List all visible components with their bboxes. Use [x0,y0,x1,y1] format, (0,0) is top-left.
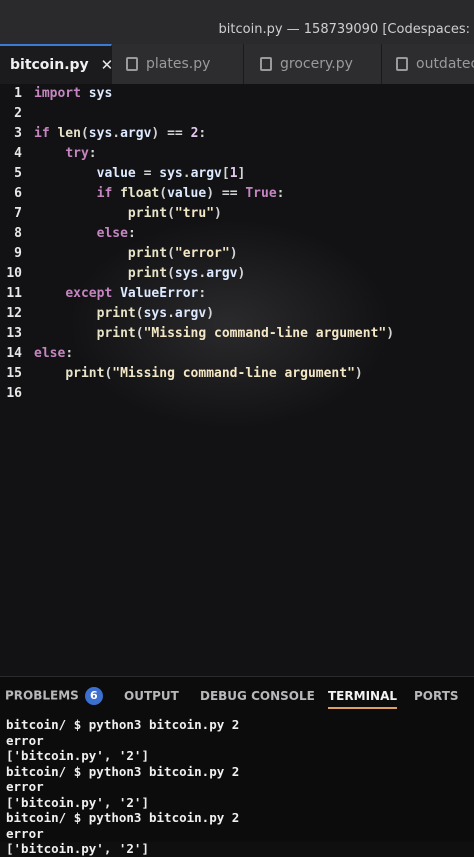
terminal-line: bitcoin/ $ python3 bitcoin.py 2 [6,717,240,732]
terminal-line: error [6,732,44,748]
file-icon [396,57,408,71]
code-line[interactable]: 15 print("Missing command-line argument"… [0,364,474,384]
tab-problems-label: PROBLEMS [5,688,79,703]
line-number: 9 [14,246,22,261]
terminal-line: error [6,825,44,841]
tab-plates-py[interactable]: plates.py [112,44,244,84]
code-text[interactable]: else: [34,224,136,244]
line-number: 8 [14,226,22,241]
terminal-line: bitcoin/ $ python3 bitcoin.py 2 [6,763,240,779]
code-line[interactable]: 3 if len(sys.argv) == 2: [0,124,474,144]
tab-bitcoin-py[interactable]: bitcoin.py ✕ [0,44,113,84]
code-line[interactable]: 16 [0,384,474,404]
line-number: 14 [6,346,22,361]
code-text[interactable]: if len(sys.argv) == 2: [34,124,206,144]
line-number: 6 [14,186,22,201]
line-number: 15 [6,366,22,381]
code-editor[interactable]: 1 import sys 2 3 if len(sys.argv) == 2: 4 try… [0,84,474,676]
tab-problems[interactable]: PROBLEMS 6 [5,687,103,705]
code-text[interactable]: import sys [34,84,112,104]
tab-label: grocery.py [280,56,353,72]
terminal-output[interactable]: bitcoin/ $ python3 bitcoin.py 2 error ['bi… [6,717,470,857]
file-icon [126,57,138,71]
line-number: 5 [14,166,22,181]
terminal-line: error [6,779,44,794]
panel-tab-bar: PROBLEMS 6 OUTPUT DEBUG CONSOLE TERMINAL … [0,677,474,713]
code-text[interactable]: except ValueError: [34,284,206,304]
line-number: 11 [6,286,22,301]
line-number: 4 [14,146,22,161]
code-text[interactable]: print(sys.argv) [34,264,245,284]
code-line[interactable]: 12 print(sys.argv) [0,304,474,324]
code-line[interactable]: 6 if float(value) == True: [0,184,474,204]
terminal-line: bitcoin/ $ python3 bitcoin.py 2 [6,810,240,825]
code-line[interactable]: 8 else: [0,224,474,244]
terminal-line: ['bitcoin.py', '2'] [6,748,149,763]
terminal-line: ['bitcoin.py', '2'] [6,794,149,810]
line-number: 10 [6,266,22,281]
tab-debug-console[interactable]: DEBUG CONSOLE [200,689,315,703]
file-icon [260,57,272,71]
problems-count-badge: 6 [84,687,103,705]
code-text[interactable]: print("tru") [34,204,222,224]
code-text[interactable]: if float(value) == True: [34,184,285,204]
editor-tab-bar: bitcoin.py ✕ plates.py grocery.py outdat… [0,44,474,84]
code-text[interactable]: print("Missing command-line argument") [34,364,362,384]
code-line[interactable]: 5 value = sys.argv[1] [0,164,474,184]
tab-label: bitcoin.py [10,57,89,73]
line-number: 12 [6,306,22,321]
line-number: 16 [6,386,22,401]
bottom-panel: PROBLEMS 6 OUTPUT DEBUG CONSOLE TERMINAL … [0,676,474,856]
code-text[interactable]: print("error") [34,244,238,264]
tab-output[interactable]: OUTPUT [124,689,179,703]
line-number: 3 [14,126,22,141]
tab-outdated-py[interactable]: outdatec [382,44,474,84]
code-line[interactable]: 7 print("tru") [0,204,474,224]
tab-label: plates.py [146,56,211,72]
code-line[interactable]: 10 print(sys.argv) [0,264,474,284]
code-text[interactable]: else: [34,344,73,364]
line-number: 7 [14,206,22,221]
code-line[interactable]: 1 import sys [0,84,474,104]
code-text[interactable]: value = sys.argv[1] [34,164,246,184]
window-title: bitcoin.py — 158739090 [Codespaces: [218,22,470,37]
line-number: 13 [6,326,22,341]
terminal-line: ['bitcoin.py', '2'] [6,841,149,856]
tab-terminal[interactable]: TERMINAL [328,689,398,709]
line-number: 1 [14,86,22,101]
tab-label: outdatec [416,56,474,72]
code-text[interactable]: print("Missing command-line argument") [34,324,394,344]
code-line[interactable]: 4 try: [0,144,474,164]
line-number: 2 [14,106,22,121]
tab-grocery-py[interactable]: grocery.py [244,44,382,84]
code-line[interactable]: 9 print("error") [0,244,474,264]
code-line[interactable]: 14 else: [0,344,474,364]
code-text[interactable]: print(sys.argv) [34,304,214,324]
code-line[interactable]: 13 print("Missing command-line argument"… [0,324,474,344]
tab-ports[interactable]: PORTS [414,689,459,703]
code-line[interactable]: 2 [0,104,474,124]
title-bar: bitcoin.py — 158739090 [Codespaces: [0,0,474,45]
code-line[interactable]: 11 except ValueError: [0,284,474,304]
code-text[interactable]: try: [34,144,96,164]
